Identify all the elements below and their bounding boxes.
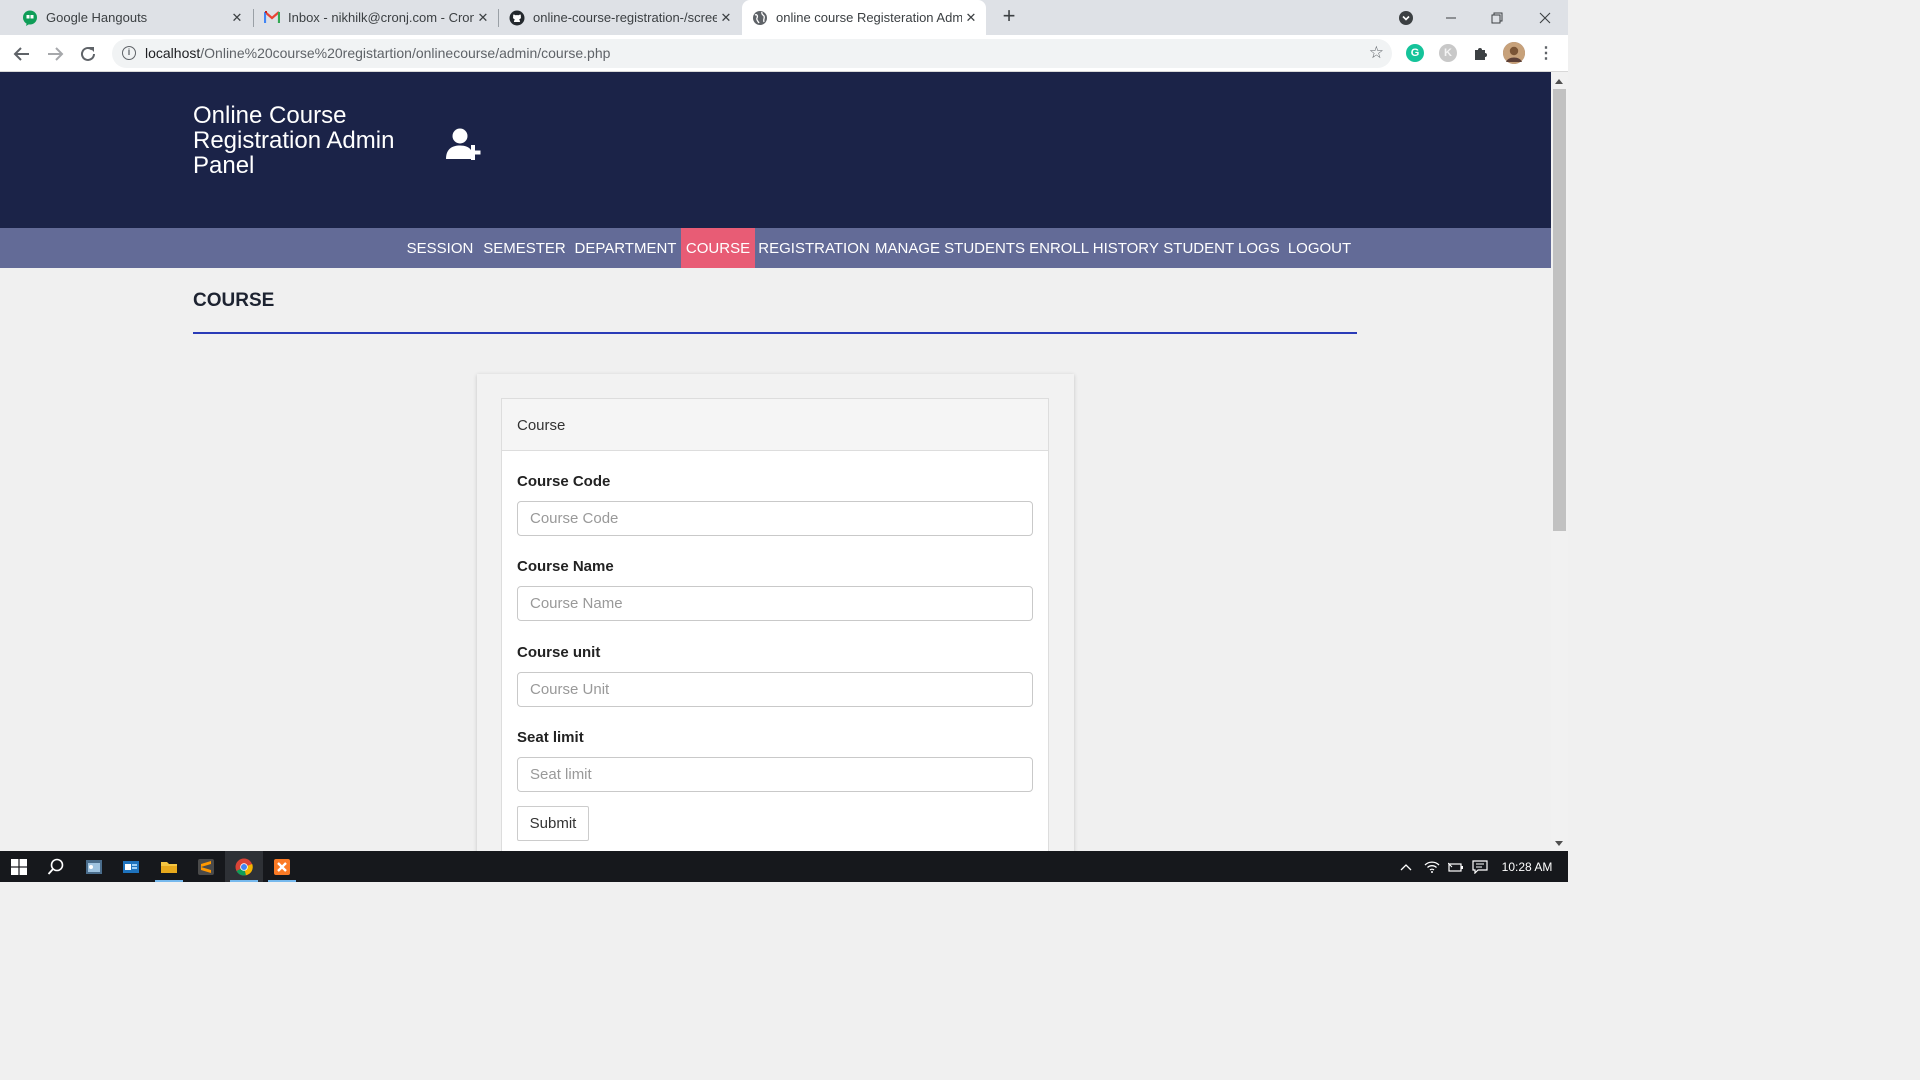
heading-divider <box>193 332 1357 334</box>
tab-close-icon[interactable]: ✕ <box>228 10 246 26</box>
show-hidden-icons-icon[interactable] <box>1396 851 1416 882</box>
globe-icon <box>752 10 768 26</box>
nav-enroll-history[interactable]: ENROLL HISTORY <box>1027 228 1161 268</box>
back-icon[interactable] <box>8 40 36 68</box>
restore-window-icon[interactable] <box>1474 0 1520 35</box>
course-code-label: Course Code <box>517 473 611 490</box>
course-unit-label: Course unit <box>517 644 601 661</box>
browser-tab-github[interactable]: online-course-registration-/scree ✕ <box>499 0 741 35</box>
windows-taskbar: 10:28 AM <box>0 851 1568 882</box>
scrollbar-thumb[interactable] <box>1553 89 1566 531</box>
course-name-label: Course Name <box>517 558 614 575</box>
course-code-input[interactable] <box>517 501 1033 536</box>
nav-course[interactable]: COURSE <box>681 228 755 268</box>
tab-close-icon[interactable]: ✕ <box>962 10 980 26</box>
tab-search-icon[interactable] <box>1383 0 1429 35</box>
grammarly-extension-icon[interactable]: G <box>1406 44 1424 62</box>
nav-registration[interactable]: REGISTRATION <box>755 228 873 268</box>
chrome-icon[interactable] <box>225 851 263 882</box>
site-info-icon[interactable]: i <box>122 46 136 60</box>
page-scrollbar[interactable] <box>1551 72 1568 851</box>
forward-icon[interactable] <box>41 40 69 68</box>
tab-close-icon[interactable]: ✕ <box>717 10 735 26</box>
site-header: Online Course Registration Admin Panel <box>0 72 1551 228</box>
github-icon <box>509 10 525 26</box>
notification-icon[interactable] <box>1469 851 1491 882</box>
page-title: COURSE <box>193 290 275 311</box>
outlook-icon[interactable] <box>112 851 150 882</box>
browser-menu-icon[interactable]: ⋮ <box>1537 44 1555 62</box>
address-url: localhost/Online%20course%20registartion… <box>145 45 610 61</box>
tab-title: Google Hangouts <box>46 10 148 25</box>
tab-title: Inbox - nikhilk@cronj.com - Cron <box>288 10 474 25</box>
wifi-icon[interactable] <box>1421 851 1443 882</box>
bookmark-star-icon[interactable]: ☆ <box>1369 43 1384 63</box>
task-view-icon[interactable] <box>75 851 113 882</box>
panel-heading: Course <box>502 399 1048 451</box>
tab-close-icon[interactable]: ✕ <box>474 10 492 26</box>
browser-toolbar: i localhost/Online%20course%20registarti… <box>0 35 1568 72</box>
hangouts-icon <box>22 10 38 26</box>
nav-semester[interactable]: SEMESTER <box>479 228 570 268</box>
url-host: localhost <box>145 45 201 61</box>
panel-title: Course <box>517 417 566 434</box>
user-plus-icon <box>446 128 484 160</box>
extensions-puzzle-icon[interactable] <box>1472 44 1490 62</box>
nav-student-logs[interactable]: STUDENT LOGS <box>1161 228 1282 268</box>
seat-limit-label: Seat limit <box>517 729 584 746</box>
minimize-window-icon[interactable] <box>1428 0 1474 35</box>
scroll-down-icon[interactable] <box>1555 841 1563 846</box>
profile-avatar[interactable] <box>1503 42 1525 64</box>
course-unit-input[interactable] <box>517 672 1033 707</box>
nav-session[interactable]: SESSION <box>401 228 479 268</box>
k-extension-icon[interactable]: K <box>1439 44 1457 62</box>
file-explorer-icon[interactable] <box>150 851 188 882</box>
gmail-icon <box>264 10 280 26</box>
web-page: Online Course Registration Admin Panel S… <box>0 72 1551 851</box>
site-title: Online Course Registration Admin Panel <box>193 102 395 179</box>
main-nav: SESSION SEMESTER DEPARTMENT COURSE REGIS… <box>0 228 1551 268</box>
windows-start-icon[interactable] <box>0 851 38 882</box>
tab-title: online-course-registration-/scree <box>533 10 717 25</box>
browser-tab-strip: Google Hangouts ✕ Inbox - nikhilk@cronj.… <box>0 0 1568 35</box>
nav-logout[interactable]: LOGOUT <box>1282 228 1357 268</box>
browser-tab-google-hangouts[interactable]: Google Hangouts ✕ <box>0 0 252 35</box>
course-name-input[interactable] <box>517 586 1033 621</box>
taskbar-clock[interactable]: 10:28 AM <box>1496 851 1558 882</box>
sublime-text-icon[interactable] <box>187 851 225 882</box>
scroll-up-icon[interactable] <box>1555 79 1563 84</box>
new-tab-button[interactable]: + <box>998 5 1020 28</box>
search-icon[interactable] <box>37 851 75 882</box>
address-bar[interactable]: i localhost/Online%20course%20registarti… <box>112 39 1392 68</box>
browser-tab-gmail[interactable]: Inbox - nikhilk@cronj.com - Cron ✕ <box>254 0 498 35</box>
seat-limit-input[interactable] <box>517 757 1033 792</box>
close-window-icon[interactable] <box>1522 0 1568 35</box>
form-card: Course Course Code Course Name Course un… <box>477 374 1074 851</box>
submit-button[interactable]: Submit <box>517 806 589 841</box>
battery-icon[interactable] <box>1445 851 1467 882</box>
course-form-panel: Course Course Code Course Name Course un… <box>501 398 1049 851</box>
tab-title: online course Registeration Admi <box>776 10 962 25</box>
reload-icon[interactable] <box>74 40 102 68</box>
nav-manage-students[interactable]: MANAGE STUDENTS <box>873 228 1027 268</box>
nav-department[interactable]: DEPARTMENT <box>570 228 681 268</box>
xampp-icon[interactable] <box>263 851 301 882</box>
browser-tab-active[interactable]: online course Registeration Admi ✕ <box>742 0 986 35</box>
url-path: /Online%20course%20registartion/onlineco… <box>200 45 611 61</box>
